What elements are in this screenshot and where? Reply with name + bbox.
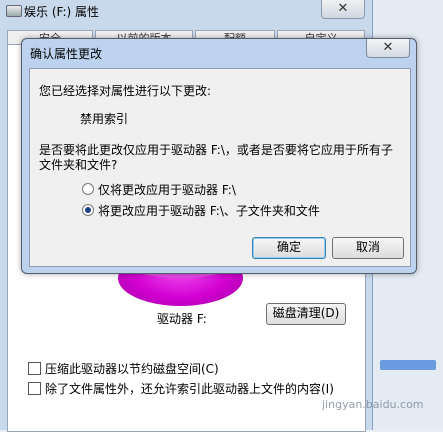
confirm-attribute-changes-dialog: 确认属性更改 ✕ 您已经选择对属性进行以下更改: 禁用索引 是否要将此更改仅应用…	[21, 38, 417, 274]
drive-label: 驱动器 F:	[157, 312, 207, 326]
change-item-text: 禁用索引	[80, 112, 129, 126]
index-label: 除了文件属性外，还允许索引此驱动器上文件的内容(I)	[45, 382, 334, 396]
compress-label: 压缩此驱动器以节约磁盘空间(C)	[45, 362, 219, 376]
option-drive-only[interactable]: 仅将更改应用于驱动器 F:\	[82, 181, 236, 198]
index-checkbox[interactable]	[28, 382, 41, 395]
close-icon: ✕	[337, 1, 349, 16]
ok-button[interactable]: 确定	[252, 237, 326, 259]
compress-drive-option[interactable]: 压缩此驱动器以节约磁盘空间(C)	[28, 360, 219, 377]
dialog-intro-text: 您已经选择对属性进行以下更改:	[39, 84, 212, 98]
dialog-close-button[interactable]: ✕	[366, 39, 410, 58]
properties-window-title: 娱乐 (F:) 属性	[24, 5, 100, 19]
disk-cleanup-button[interactable]: 磁盘清理(D)	[266, 303, 346, 325]
option-drive-only-label: 仅将更改应用于驱动器 F:\	[98, 183, 236, 197]
radio-drive-only[interactable]	[82, 183, 94, 195]
blurred-highlight	[380, 360, 436, 370]
watermark: jingyan.baidu.com	[322, 398, 424, 411]
drive-icon	[6, 5, 22, 17]
radio-apply-all[interactable]	[82, 204, 94, 216]
cancel-button[interactable]: 取消	[332, 237, 404, 259]
index-contents-option[interactable]: 除了文件属性外，还允许索引此驱动器上文件的内容(I)	[28, 380, 334, 397]
compress-checkbox[interactable]	[28, 362, 41, 375]
option-apply-all[interactable]: 将更改应用于驱动器 F:\、子文件夹和文件	[82, 202, 320, 219]
dialog-title: 确认属性更改	[30, 47, 103, 61]
question-text-line2: 文件夹和文件?	[39, 158, 118, 172]
option-apply-all-label: 将更改应用于驱动器 F:\、子文件夹和文件	[98, 204, 320, 218]
close-icon: ✕	[382, 40, 394, 55]
properties-close-button[interactable]: ✕	[321, 0, 365, 19]
dialog-body: 您已经选择对属性进行以下更改: 禁用索引 是否要将此更改仅应用于驱动器 F:\，…	[29, 68, 411, 267]
